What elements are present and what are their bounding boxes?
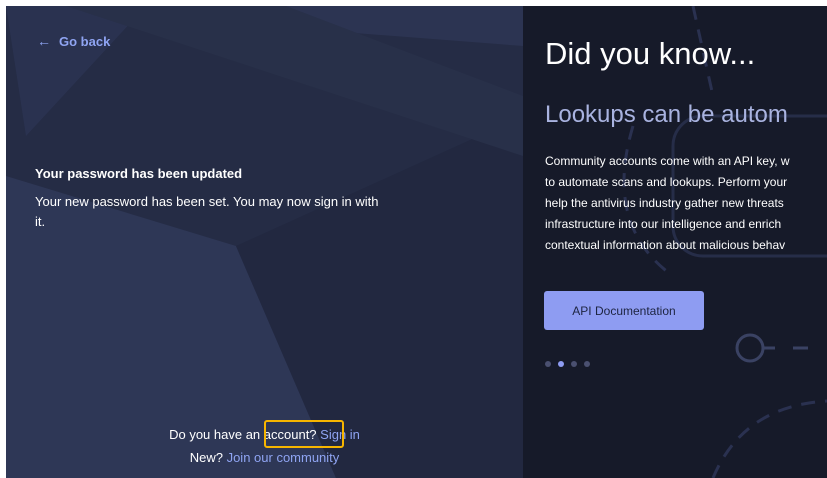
account-question: Do you have an account? (169, 427, 317, 442)
left-panel: ← Go back Your password has been updated… (6, 6, 523, 478)
go-back-link[interactable]: ← Go back (37, 33, 110, 49)
carousel-dots (545, 361, 590, 367)
text-line: Community accounts come with an API key,… (545, 154, 790, 168)
carousel-dot-4[interactable] (584, 361, 590, 367)
arrow-left-icon: ← (37, 33, 51, 49)
text-line: help the antivirus industry gather new t… (545, 196, 784, 210)
did-you-know-text: Community accounts come with an API key,… (545, 151, 827, 256)
carousel-dot-2[interactable] (558, 361, 564, 367)
text-line: contextual information about malicious b… (545, 238, 786, 252)
success-title: Your password has been updated (35, 166, 243, 181)
text-line: infrastructure into our intelligence and… (545, 217, 782, 231)
did-you-know-title: Did you know... (545, 36, 756, 71)
carousel-dot-3[interactable] (571, 361, 577, 367)
join-community-link[interactable]: Join our community (227, 450, 340, 465)
left-background-shapes (6, 6, 523, 478)
carousel-dot-1[interactable] (545, 361, 551, 367)
page: ← Go back Your password has been updated… (6, 6, 827, 478)
new-question: New? (189, 450, 223, 465)
sign-in-link[interactable]: Sign in (320, 427, 360, 442)
go-back-label: Go back (59, 33, 111, 49)
sign-in-prompt: Do you have an account? Sign in (6, 427, 523, 442)
api-documentation-button[interactable]: API Documentation (544, 291, 704, 330)
text-line: to automate scans and lookups. Perform y… (545, 175, 788, 189)
success-message: Your new password has been set. You may … (35, 194, 379, 229)
join-prompt: New? Join our community (6, 450, 523, 465)
right-panel: Did you know... Lookups can be autom Com… (523, 6, 827, 478)
did-you-know-subtitle: Lookups can be autom (545, 101, 788, 128)
